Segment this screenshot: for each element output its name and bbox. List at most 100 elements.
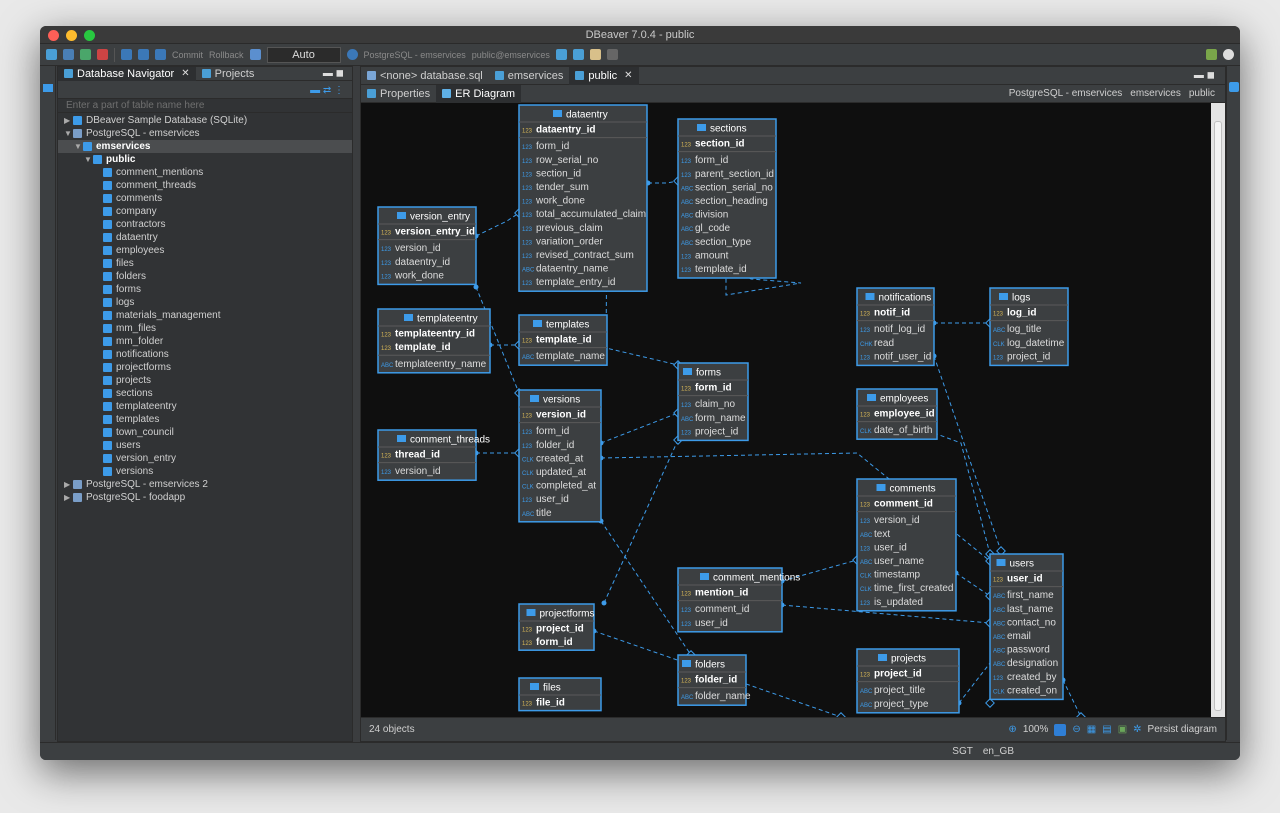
close-window-button[interactable]	[48, 30, 59, 41]
entity-column[interactable]: contact_no	[1007, 617, 1056, 628]
tree-node[interactable]: ▶ PostgreSQL - emservices 2	[58, 478, 352, 491]
er-entity-templateentry[interactable]: templateentry123 templateentry_id123 templ…	[377, 308, 491, 374]
timezone-indicator[interactable]: SGT	[952, 746, 973, 757]
zoom-in-icon[interactable]: ⊕	[1008, 724, 1016, 735]
primary-key-column[interactable]: project_id	[536, 624, 584, 635]
tx-mode-icon[interactable]	[121, 49, 132, 60]
entity-column[interactable]: notif_user_id	[874, 351, 931, 362]
refresh-icon[interactable]	[346, 49, 358, 60]
primary-key-column[interactable]: file_id	[536, 698, 565, 709]
primary-key-column[interactable]: user_id	[1007, 574, 1043, 585]
entity-column[interactable]: designation	[1007, 658, 1058, 669]
dbeaver-logo-icon[interactable]	[1223, 49, 1234, 60]
entity-column[interactable]: form_name	[695, 413, 746, 424]
entity-column[interactable]: parent_section_id	[695, 169, 774, 180]
er-entity-forms[interactable]: forms123 form_id123 claim_noABC form_name12…	[677, 362, 749, 442]
entity-column[interactable]: row_serial_no	[536, 155, 599, 166]
primary-key-column[interactable]: template_id	[395, 342, 451, 353]
primary-key-column[interactable]: version_id	[536, 410, 586, 421]
entity-column[interactable]: dataentry_name	[536, 264, 609, 275]
entity-column[interactable]: created_by	[1007, 672, 1056, 683]
primary-key-column[interactable]: form_id	[536, 637, 573, 648]
layout-icon[interactable]: ▦	[1087, 724, 1096, 735]
entity-column[interactable]: password	[1007, 645, 1050, 656]
table-filter-input[interactable]: Enter a part of table name here	[58, 99, 352, 113]
disconnect-icon[interactable]	[97, 49, 108, 60]
tree-table-item[interactable]: templateentry	[58, 400, 352, 413]
tree-table-item[interactable]: materials_management	[58, 309, 352, 322]
tab-public[interactable]: public ✕	[569, 66, 639, 85]
entity-column[interactable]: template_name	[536, 351, 605, 362]
er-entity-employees[interactable]: employees 123 employee_id CLK date_of_birth	[856, 388, 938, 440]
tree-table-item[interactable]: comment_mentions	[58, 166, 352, 179]
entity-column[interactable]: version_id	[395, 466, 441, 477]
entity-column[interactable]: time_first_created	[874, 583, 953, 594]
entity-column[interactable]: project_type	[874, 699, 929, 710]
er-relationship-line[interactable]	[1062, 679, 1082, 717]
entity-column[interactable]: variation_order	[536, 236, 603, 247]
entity-column[interactable]: amount	[695, 250, 729, 261]
er-entity-comment-threads[interactable]: comment_threads123 thread_id123 version_id	[377, 429, 490, 481]
er-entity-projectforms[interactable]: projectforms 123 project_id123 form_id	[518, 603, 595, 651]
entity-column[interactable]: read	[874, 338, 894, 349]
primary-key-column[interactable]: log_id	[1007, 308, 1036, 319]
tree-table-item[interactable]: employees	[58, 244, 352, 257]
tree-table-item[interactable]: projects	[58, 374, 352, 387]
entity-column[interactable]: user_id	[695, 618, 728, 629]
tree-table-item[interactable]: logs	[58, 296, 352, 309]
tree-table-item[interactable]: company	[58, 205, 352, 218]
entity-column[interactable]: user_id	[874, 542, 907, 553]
entity-column[interactable]: email	[1007, 631, 1031, 642]
entity-column[interactable]: templateentry_name	[395, 359, 487, 370]
tree-table-item[interactable]: mm_folder	[58, 335, 352, 348]
entity-column[interactable]: section_type	[695, 237, 752, 248]
new-connection-icon[interactable]	[46, 49, 57, 60]
entity-column[interactable]: form_id	[695, 155, 728, 166]
entity-column[interactable]: claim_no	[695, 399, 735, 410]
primary-key-column[interactable]: form_id	[695, 383, 732, 394]
persist-diagram-button[interactable]: Persist diagram	[1148, 724, 1217, 735]
entity-column[interactable]: last_name	[1007, 604, 1054, 615]
entity-column[interactable]: project_id	[695, 426, 738, 437]
entity-column[interactable]: comment_id	[695, 604, 749, 615]
brush-icon[interactable]	[589, 49, 601, 60]
tree-table-item[interactable]: forms	[58, 283, 352, 296]
primary-key-column[interactable]: section_id	[695, 139, 744, 150]
breadcrumb-database[interactable]: emservices	[1130, 88, 1181, 99]
primary-key-column[interactable]: comment_id	[874, 499, 933, 510]
active-schema-select[interactable]: public@emservices	[472, 50, 550, 60]
tab-database-navigator[interactable]: Database Navigator ✕	[58, 66, 196, 81]
entity-column[interactable]: user_name	[874, 556, 924, 567]
er-entity-projects[interactable]: projects123 project_idABC project_titleABC…	[856, 648, 960, 714]
tab-emservices[interactable]: emservices	[489, 67, 570, 85]
tree-node[interactable]: ▼ public	[58, 153, 352, 166]
entity-column[interactable]: form_id	[536, 426, 569, 437]
er-entity-versions[interactable]: versions123 version_id123 form_id123 folder…	[518, 389, 602, 523]
primary-key-column[interactable]: folder_id	[695, 675, 737, 686]
close-icon[interactable]: ✕	[181, 67, 189, 81]
entity-column[interactable]: version_id	[874, 515, 920, 526]
entity-column[interactable]: log_title	[1007, 324, 1042, 335]
tx-mode-select[interactable]: Auto	[266, 46, 341, 63]
tree-node[interactable]: ▶ PostgreSQL - foodapp	[58, 491, 352, 504]
minimize-maximize-icon[interactable]: ▬ ◼	[1194, 70, 1215, 81]
tree-node[interactable]: ▶ DBeaver Sample Database (SQLite)	[58, 114, 352, 127]
entity-column[interactable]: total_accumulated_claim	[536, 209, 646, 220]
expand-arrow-icon[interactable]: ▼	[74, 140, 83, 153]
er-entity-logs[interactable]: logs123 log_idABC log_titleCLK log_datetime…	[989, 287, 1069, 367]
entity-column[interactable]: revised_contract_sum	[536, 250, 634, 261]
breadcrumb-schema[interactable]: public	[1189, 88, 1215, 99]
locale-indicator[interactable]: en_GB	[983, 746, 1014, 757]
entity-column[interactable]: dataentry_id	[395, 257, 450, 268]
expand-arrow-icon[interactable]: ▶	[64, 491, 73, 504]
primary-key-column[interactable]: mention_id	[695, 588, 748, 599]
primary-key-column[interactable]: thread_id	[395, 450, 440, 461]
tab-properties[interactable]: Properties	[361, 85, 436, 103]
entity-column[interactable]: date_of_birth	[874, 425, 932, 436]
entity-column[interactable]: folder_id	[536, 440, 574, 451]
entity-column[interactable]: user_id	[536, 494, 569, 505]
entity-column[interactable]: text	[874, 529, 890, 540]
entity-column[interactable]: title	[536, 508, 552, 519]
maximize-window-button[interactable]	[84, 30, 95, 41]
tree-node[interactable]: ▼ emservices	[58, 140, 352, 153]
